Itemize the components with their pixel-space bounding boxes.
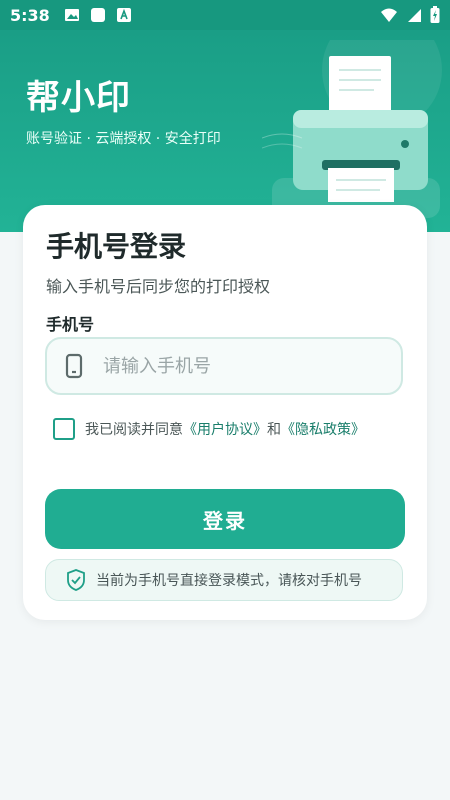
wifi-icon bbox=[381, 8, 397, 22]
agreement-row: 我已阅读并同意 《用户协议》 和 《隐私政策》 bbox=[53, 418, 365, 440]
agreement-checkbox[interactable] bbox=[53, 418, 75, 440]
signal-icon bbox=[408, 9, 421, 22]
status-time: 5:38 bbox=[10, 5, 50, 25]
login-button[interactable]: 登录 bbox=[45, 489, 405, 549]
login-notice: 当前为手机号直接登录模式，请核对手机号 bbox=[45, 559, 403, 601]
battery-charging-icon bbox=[430, 6, 440, 23]
phone-input-container[interactable] bbox=[45, 337, 403, 395]
shield-check-icon bbox=[67, 569, 85, 591]
user-agreement-link[interactable]: 《用户协议》 bbox=[183, 419, 267, 439]
login-card: 手机号登录 输入手机号后同步您的打印授权 手机号 我已阅读并同意 《用户协议》 … bbox=[23, 205, 427, 620]
status-bar: 5:38 bbox=[0, 0, 450, 30]
card-title: 手机号登录 bbox=[46, 230, 187, 263]
phone-field-label: 手机号 bbox=[46, 315, 95, 334]
image-notification-icon bbox=[64, 9, 79, 21]
app-notification-icon bbox=[90, 8, 105, 22]
agreement-and-text: 和 bbox=[267, 422, 281, 438]
privacy-policy-link[interactable]: 《隐私政策》 bbox=[281, 419, 365, 439]
font-notification-icon bbox=[116, 8, 131, 22]
header-banner: 帮小印 账号验证 · 云端授权 · 安全打印 bbox=[0, 30, 450, 232]
card-subtitle: 输入手机号后同步您的打印授权 bbox=[46, 277, 271, 296]
phone-icon bbox=[65, 353, 83, 379]
app-subtitle: 账号验证 · 云端授权 · 安全打印 bbox=[26, 131, 221, 147]
app-title: 帮小印 bbox=[26, 78, 131, 118]
agreement-text: 我已阅读并同意 bbox=[85, 422, 183, 438]
printer-illustration-icon bbox=[262, 40, 442, 218]
notice-text: 当前为手机号直接登录模式，请核对手机号 bbox=[96, 573, 362, 589]
phone-input[interactable] bbox=[101, 354, 345, 378]
